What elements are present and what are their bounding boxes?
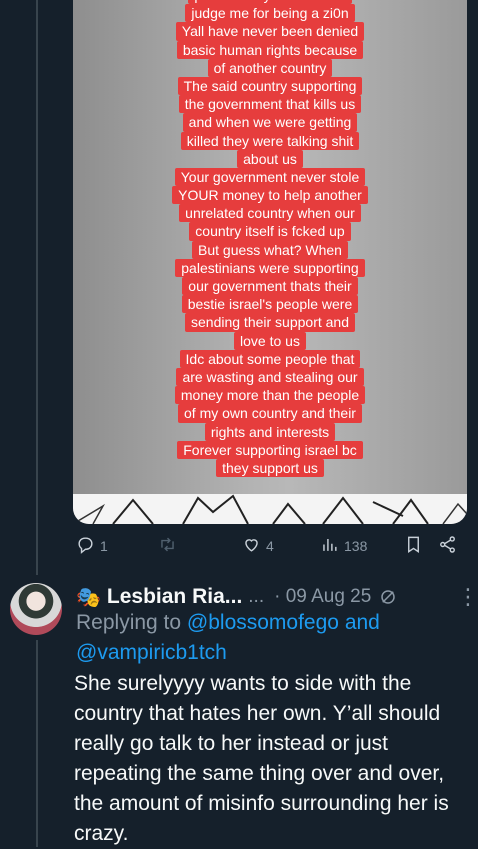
story-line: the government that kills us [73,95,467,114]
story-line: Forever supporting israel bc [73,440,467,459]
story-line-text: basic human rights because [176,40,364,59]
story-line-text: money more than the people [174,386,366,405]
story-line-text: Your government never stole [174,167,366,187]
bookmark-action[interactable] [404,535,423,557]
story-line: killed they were talking shit [73,131,467,150]
story-line-text: rights and interests [204,422,336,441]
story-line: The said country supporting [73,76,467,96]
reply-action[interactable]: 1 [76,535,108,557]
story-line-text: Yall have never been denied [175,22,365,41]
story-line: are wasting and stealing our [73,367,467,387]
story-line-text: they support us [216,458,324,478]
story-line: sending their support and [73,313,467,332]
story-line: Your government never stole [73,167,467,187]
story-line: unrelated country when our [73,204,467,223]
bookmark-icon [404,535,423,557]
story-line: about us [73,149,467,168]
post-date[interactable]: · 09 Aug 25 [274,586,371,608]
story-screenshot-image[interactable]: problem in your life can'tjudge me for b… [73,0,467,524]
replying-prefix: Replying to [76,611,182,634]
views-action[interactable]: 138 [320,535,367,557]
mention-vampiricb1tch[interactable]: @vampiricb1tch [76,641,227,664]
mention-and[interactable]: and [345,611,380,634]
story-line: Idc about some people that [73,349,467,368]
story-line-text: palestinians were supporting [175,258,365,278]
story-line: country itself is fcked up [73,222,467,241]
story-line-text: The said country supporting [177,76,363,96]
story-line-text: judge me for being a zi0n [185,4,355,23]
story-line-text: are wasting and stealing our [176,367,364,387]
story-line-text: the government that kills us [178,95,362,114]
story-line-text: country itself is fcked up [189,222,351,241]
story-line: YOUR money to help another [73,186,467,205]
story-line-text: Idc about some people that [179,349,361,368]
replying-to: Replying to @blossomofego and @vampiricb… [76,608,471,668]
share-icon [438,535,457,557]
story-text-overlay: problem in your life can'tjudge me for b… [73,0,467,478]
reply-icon [76,535,95,557]
story-line: Yall have never been denied [73,22,467,41]
story-line-text: But guess what? When [192,240,348,259]
story-line: love to us [73,331,467,350]
like-action[interactable]: 4 [242,535,274,557]
story-line: of another country [73,58,467,77]
repost-action[interactable] [158,535,182,557]
mention-blossomofego[interactable]: @blossomofego [187,611,339,634]
name-ellipsis: ... [248,586,265,607]
story-line: and when we were getting [73,113,467,132]
story-line-text: of another country [207,58,333,77]
mask-emoji-icon: 🎭 [76,586,101,609]
story-line: judge me for being a zi0n [73,4,467,23]
sketch-strip [73,494,467,524]
story-line: bestie israel's people were [73,295,467,314]
story-line: rights and interests [73,422,467,441]
story-line-text: our government thats their [182,277,358,296]
story-line-text: bestie israel's people were [181,295,359,314]
story-line: they support us [73,458,467,478]
story-line-text: Forever supporting israel bc [177,440,363,459]
tweet-actions-bar: 1 4 138 [76,535,466,559]
story-line-text: about us [237,149,303,168]
like-icon [242,535,261,557]
grok-icon[interactable] [379,588,397,606]
views-icon [320,535,339,557]
story-line: of my own country and their [73,404,467,423]
story-line-text: sending their support and [185,313,355,332]
repost-icon [158,535,177,557]
story-line: palestinians were supporting [73,258,467,278]
display-name[interactable]: Lesbian Ria... [107,585,242,609]
more-icon[interactable]: ⋮ [457,584,478,610]
story-line-text: YOUR money to help another [172,186,368,205]
views-count: 138 [344,538,368,554]
story-line: our government thats their [73,277,467,296]
reply-text: She surelyyyy wants to side with the cou… [74,672,449,845]
story-line-text: of my own country and their [178,404,362,423]
thread-line-lower [36,640,38,847]
story-line: money more than the people [73,386,467,405]
avatar[interactable] [10,583,62,635]
share-action[interactable] [438,535,457,557]
story-line: But guess what? When [73,240,467,259]
story-line-text: and when we were getting [182,113,358,132]
reply-count: 1 [100,538,108,554]
story-line: basic human rights because [73,40,467,59]
like-count: 4 [266,538,274,554]
thread-line [36,0,38,575]
story-line-text: unrelated country when our [179,204,361,223]
story-line-text: killed they were talking shit [180,131,360,150]
story-line-text: love to us [234,331,306,350]
